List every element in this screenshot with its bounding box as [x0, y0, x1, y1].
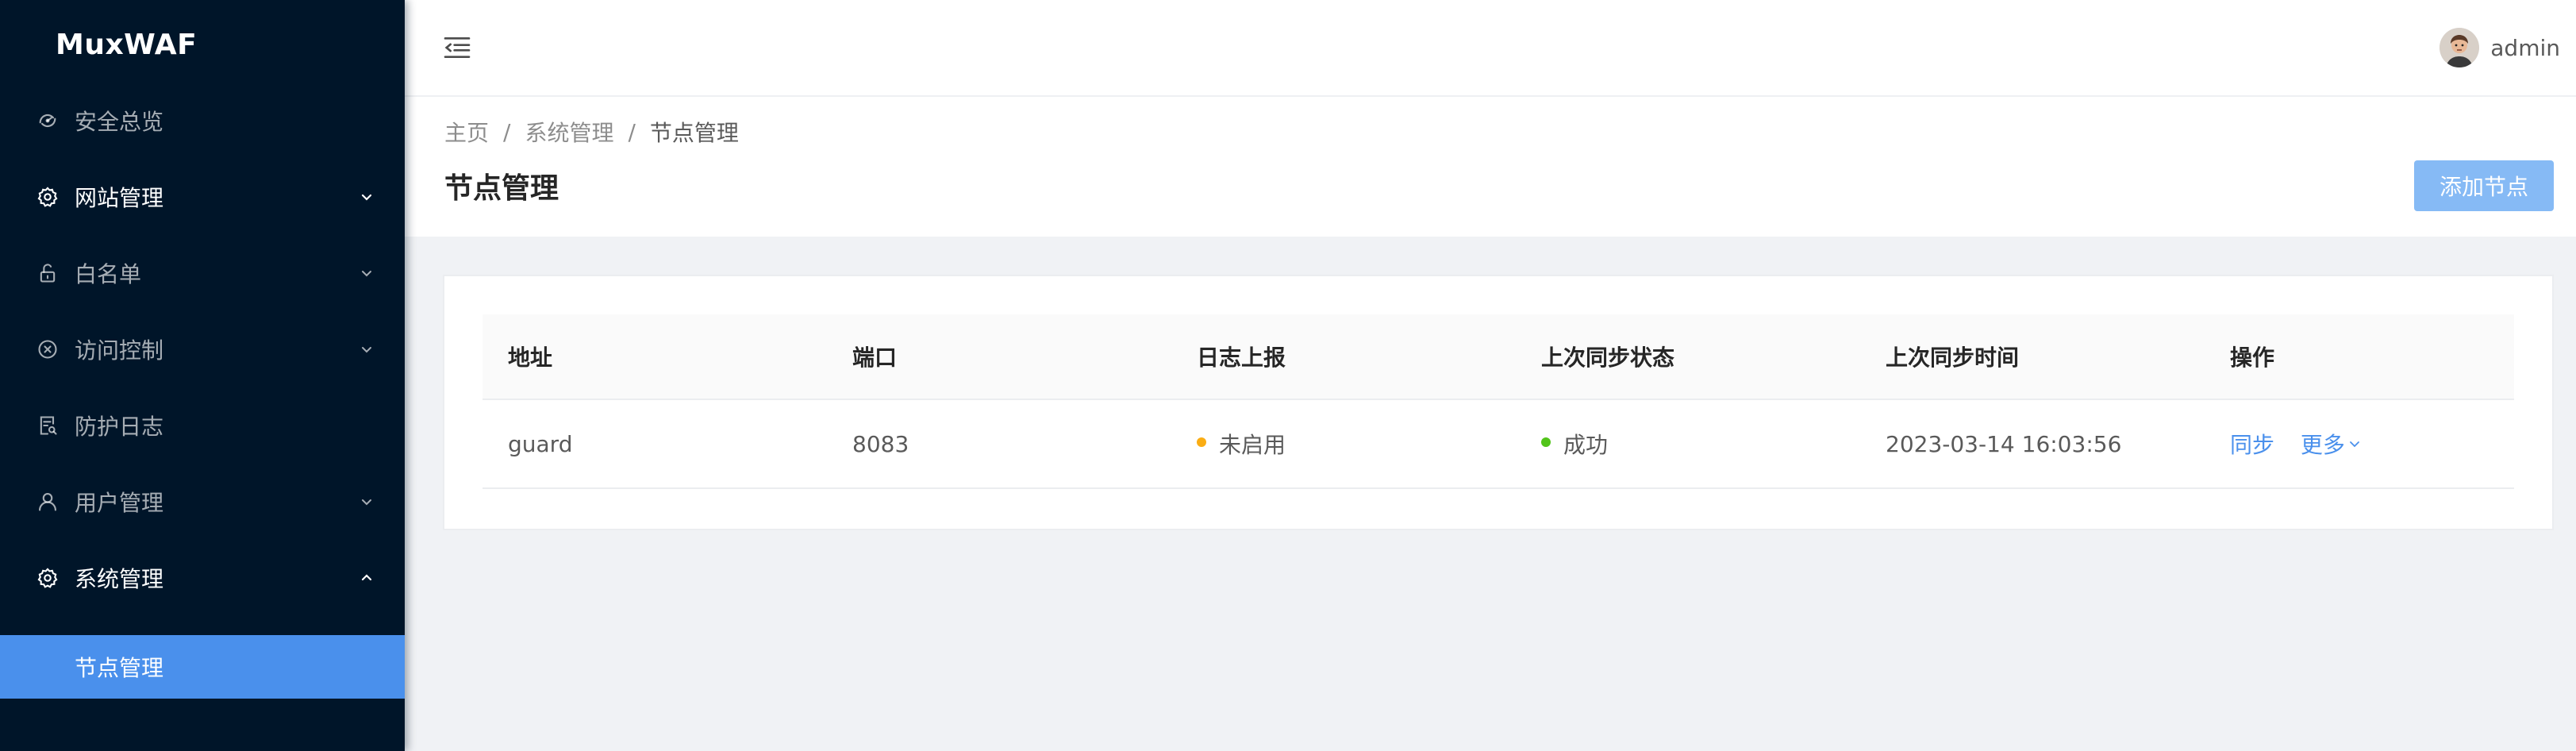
username: admin: [2490, 34, 2560, 61]
sidebar: MuxWAF 安全总览 网站管理 白名单 访问控制 防护日志 用户管理 系统管理…: [0, 0, 405, 751]
app-logo[interactable]: MuxWAF: [0, 0, 405, 89]
breadcrumb-system[interactable]: 系统管理: [525, 116, 613, 148]
page-title: 节点管理: [444, 172, 559, 205]
table-row: guard 8083 未启用 成功 2023-03-14 16:03:56 同步…: [483, 400, 2514, 489]
sidebar-item-access-control[interactable]: 访问控制: [0, 318, 405, 381]
table-header: 地址 端口 日志上报 上次同步状态 上次同步时间 操作: [483, 314, 2514, 400]
column-header-address: 地址: [508, 345, 553, 371]
sidebar-item-label: 防护日志: [75, 414, 164, 440]
chevron-down-icon: [359, 265, 375, 281]
sidebar-menu: 安全总览 网站管理 白名单 访问控制 防护日志 用户管理 系统管理: [0, 89, 405, 610]
user-menu[interactable]: admin: [2440, 28, 2560, 67]
cell-sync-time: 2023-03-14 16:03:56: [1886, 430, 2122, 457]
sync-status-text: 成功: [1563, 432, 1609, 458]
sidebar-item-label: 白名单: [75, 261, 142, 287]
column-header-actions: 操作: [2230, 345, 2275, 371]
close-circle-icon: [37, 338, 59, 360]
column-header-sync-status: 上次同步状态: [1541, 345, 1675, 371]
add-node-button[interactable]: 添加节点: [2414, 160, 2554, 211]
sidebar-subitem-node-management[interactable]: 节点管理: [0, 635, 405, 699]
node-table: 地址 端口 日志上报 上次同步状态 上次同步时间 操作 guard 8083 未…: [483, 314, 2514, 489]
more-action-dropdown[interactable]: 更多: [2301, 428, 2363, 460]
chevron-down-icon: [359, 189, 375, 205]
column-header-sync-time: 上次同步时间: [1886, 345, 2020, 371]
status-dot-warning: [1197, 437, 1206, 447]
breadcrumb-separator: /: [628, 118, 636, 145]
status-dot-success: [1541, 437, 1551, 447]
sidebar-item-label: 访问控制: [75, 337, 164, 364]
sidebar-item-label: 用户管理: [75, 490, 164, 516]
chevron-up-icon: [359, 570, 375, 586]
sidebar-item-label: 网站管理: [75, 185, 164, 211]
chevron-down-icon: [359, 494, 375, 510]
unlock-icon: [37, 262, 59, 284]
breadcrumb-separator: /: [503, 118, 511, 145]
gear-icon: [37, 567, 59, 589]
sidebar-item-whitelist[interactable]: 白名单: [0, 241, 405, 305]
breadcrumb-current: 节点管理: [649, 120, 739, 146]
cell-address: guard: [508, 430, 573, 457]
sidebar-item-website[interactable]: 网站管理: [0, 165, 405, 229]
sync-action-link[interactable]: 同步: [2230, 432, 2274, 458]
sidebar-item-protection-log[interactable]: 防护日志: [0, 394, 405, 457]
chevron-down-icon: [2350, 441, 2359, 448]
column-header-port: 端口: [852, 345, 898, 371]
breadcrumb: 主页 / 系统管理 / 节点管理: [444, 116, 739, 148]
file-search-icon: [37, 414, 59, 437]
dashboard-icon: [37, 110, 59, 132]
cell-actions: 同步 更多: [2205, 428, 2514, 460]
sync-status: 成功: [1541, 428, 1608, 460]
sidebar-item-label: 系统管理: [75, 566, 164, 592]
page-header: 主页 / 系统管理 / 节点管理 节点管理 添加节点: [405, 97, 2576, 237]
log-report-text: 未启用: [1219, 432, 1286, 458]
column-header-log-report: 日志上报: [1197, 345, 1286, 371]
sidebar-item-user-management[interactable]: 用户管理: [0, 470, 405, 533]
top-header: admin: [405, 0, 2576, 97]
avatar-icon: [2440, 28, 2480, 67]
cell-port: 8083: [852, 430, 909, 457]
gear-icon: [37, 186, 59, 208]
menu-fold-icon[interactable]: [441, 32, 473, 64]
sidebar-item-label: 安全总览: [75, 109, 164, 135]
sidebar-subitem-label: 节点管理: [75, 655, 164, 681]
breadcrumb-home[interactable]: 主页: [444, 116, 489, 148]
node-table-card: 地址 端口 日志上报 上次同步状态 上次同步时间 操作 guard 8083 未…: [443, 275, 2554, 530]
more-action-label: 更多: [2300, 432, 2345, 458]
sidebar-item-system-management[interactable]: 系统管理: [0, 546, 405, 610]
cell-log-report: 未启用: [1171, 428, 1516, 460]
cell-sync-status: 成功: [1516, 428, 1860, 460]
log-report-status: 未启用: [1197, 428, 1286, 460]
chevron-down-icon: [359, 341, 375, 357]
sidebar-item-overview[interactable]: 安全总览: [0, 89, 405, 152]
user-icon: [37, 491, 59, 513]
